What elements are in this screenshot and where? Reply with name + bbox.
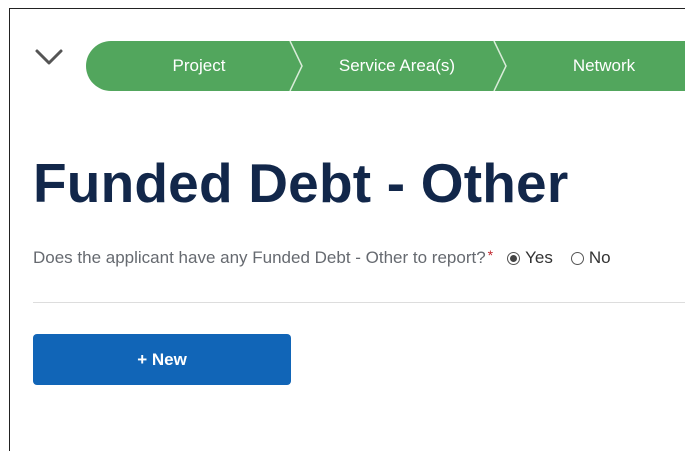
page-title: Funded Debt - Other [33,152,569,214]
radio-yes[interactable]: Yes [507,248,553,268]
funded-debt-question: Does the applicant have any Funded Debt … [33,246,611,270]
step-service-areas[interactable]: Service Area(s) [304,41,490,91]
progress-stepper: Project Service Area(s) Network [86,41,685,91]
question-label: Does the applicant have any Funded Debt … [33,248,486,267]
radio-no-circle[interactable] [570,251,584,265]
radio-selected-dot [510,254,518,262]
radio-no[interactable]: No [570,248,611,268]
required-marker: * [487,247,494,263]
new-button[interactable]: + New [33,334,291,385]
step-project[interactable]: Project [114,41,284,91]
app-frame: Project Service Area(s) Network Funded D… [9,8,685,451]
radio-no-label: No [588,248,611,267]
section-divider [33,302,685,303]
chevron-down-icon[interactable] [34,45,64,71]
radio-yes-circle[interactable] [507,251,521,265]
step-network[interactable]: Network [514,41,685,91]
radio-yes-label: Yes [525,248,553,267]
